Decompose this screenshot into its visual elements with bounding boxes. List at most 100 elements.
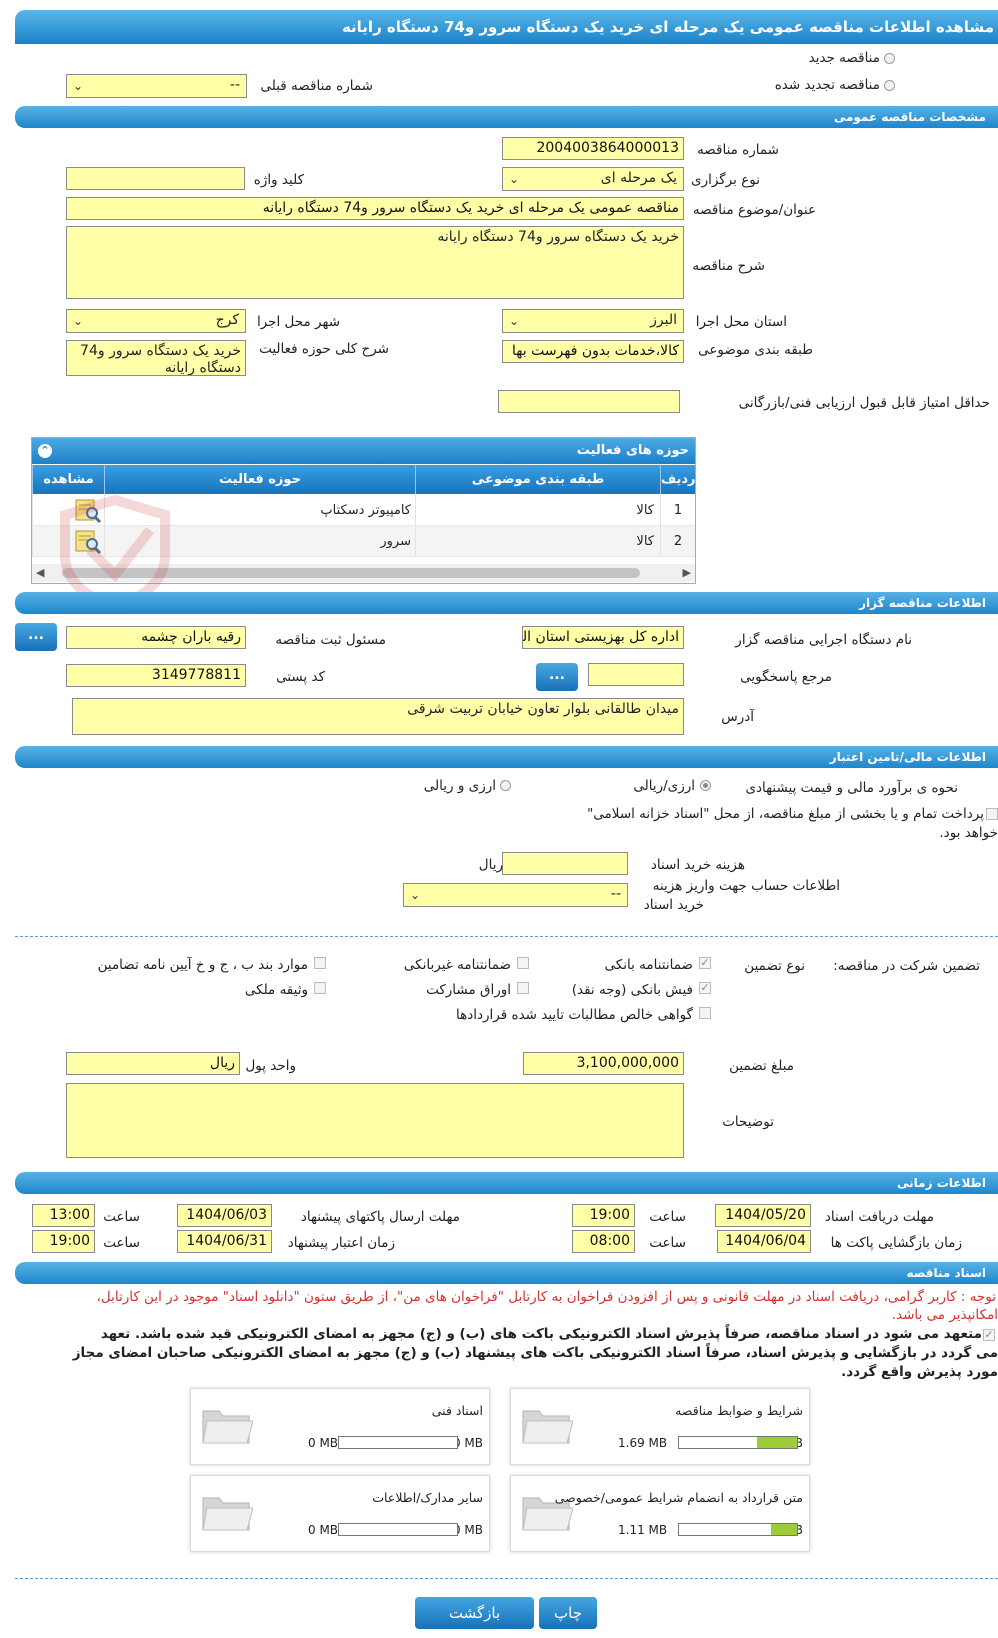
- description-label: شرح مناقصه: [692, 258, 765, 274]
- folder-icon: [202, 1497, 253, 1531]
- chevron-down-icon: ⌄: [509, 172, 520, 186]
- guarantee-amount-field[interactable]: 3,100,000,000: [523, 1052, 684, 1075]
- currency-field[interactable]: ریال: [66, 1052, 240, 1075]
- city-select[interactable]: کرج ⌄: [66, 309, 246, 333]
- radio-rial[interactable]: [700, 780, 711, 791]
- province-select[interactable]: البرز ⌄: [502, 309, 684, 333]
- registrar-field[interactable]: رقیه باران چشمه: [66, 626, 246, 649]
- document-box[interactable]: اسناد فنی 50 MB 0 MB: [190, 1388, 490, 1465]
- guarantee-option-label: فیش بانکی (وجه نقد): [571, 982, 693, 998]
- tender-number-field[interactable]: 2004003864000013: [502, 137, 684, 160]
- guarantee-checkbox-property[interactable]: [314, 982, 326, 994]
- storage-progress-bar: [338, 1436, 458, 1449]
- guarantee-option-label: وثیقه ملکی: [244, 982, 308, 998]
- address-field[interactable]: میدان طالقانی بلوار تعاون خیابان تربیت ش…: [72, 698, 684, 735]
- radio-renewed-label: مناقصه تجدید شده: [774, 77, 880, 93]
- chevron-down-icon: ⌄: [410, 888, 421, 902]
- guarantee-checkbox-bonds[interactable]: [517, 982, 529, 994]
- document-box[interactable]: شرایط و ضوابط مناقصه 5 MB 1.69 MB: [510, 1388, 810, 1465]
- back-button[interactable]: بازگشت: [415, 1597, 534, 1629]
- address-label: آدرس: [721, 709, 754, 725]
- document-title: سایر مدارک/اطلاعات: [372, 1490, 483, 1505]
- keyword-input[interactable]: [66, 167, 245, 190]
- responder-input[interactable]: [588, 663, 684, 686]
- doc-cost-input[interactable]: [502, 852, 628, 875]
- guarantee-type-label: نوع تضمین: [744, 958, 805, 974]
- commitment-text-end: مورد پذیرش واقع گردد.: [841, 1364, 998, 1380]
- doc-cost-unit: ریال: [478, 857, 503, 873]
- guarantee-checkbox-regulations[interactable]: [314, 957, 326, 969]
- folder-icon: [522, 1410, 573, 1444]
- radio-currency-rial[interactable]: [500, 780, 511, 791]
- treasury-note: پرداخت تمام و یا بخشی از مبلغ مناقصه، از…: [587, 806, 984, 822]
- receive-deadline-label: مهلت دریافت اسناد: [824, 1209, 934, 1225]
- scroll-right-icon[interactable]: ▶: [683, 566, 691, 579]
- validity-time-label: ساعت: [103, 1235, 140, 1251]
- print-button[interactable]: چاپ: [539, 1597, 597, 1629]
- validity-time-field[interactable]: 19:00: [32, 1230, 95, 1253]
- radio-new-tender[interactable]: [884, 53, 895, 64]
- storage-progress-bar: [338, 1523, 458, 1536]
- guarantee-checkbox-claims[interactable]: [699, 1007, 711, 1019]
- province-label: استان محل اجرا: [695, 314, 787, 330]
- download-notice-cont: امکانپذیر می باشد.: [891, 1307, 998, 1323]
- document-box[interactable]: متن قرارداد به انضمام شرایط عمومی/خصوصی …: [510, 1475, 810, 1552]
- guarantee-option-label: گواهی خالص مطالبات تایید شده قراردادها: [456, 1007, 693, 1023]
- description-textarea[interactable]: خرید یک دستگاه سرور و74 دستگاه رایانه: [66, 226, 684, 299]
- account-select[interactable]: -- ⌄: [403, 883, 628, 907]
- receive-date-field[interactable]: 1404/05/20: [715, 1204, 811, 1227]
- opening-date-field[interactable]: 1404/06/04: [717, 1230, 811, 1253]
- account-label-cont: خرید اسناد: [643, 897, 704, 913]
- commitment-checkbox[interactable]: ✓: [983, 1329, 995, 1341]
- responder-lookup-button[interactable]: ...: [536, 663, 578, 691]
- opening-label: زمان بازگشایی پاکت ها: [830, 1235, 962, 1251]
- guarantee-checkbox-bank[interactable]: ✓: [699, 957, 711, 969]
- organizer-name-field[interactable]: اداره کل بهزیستی استان البرز: [522, 626, 684, 649]
- page-title: مشاهده اطلاعات مناقصه عمومی یک مرحله ای …: [15, 10, 998, 44]
- document-box[interactable]: سایر مدارک/اطلاعات 50 MB 0 MB: [190, 1475, 490, 1552]
- storage-progress-bar: [678, 1436, 798, 1449]
- timing-section-bar: اطلاعات زمانی: [15, 1172, 998, 1194]
- radio-rial-label: ارزی/ریالی: [633, 778, 695, 794]
- folder-icon: [202, 1410, 253, 1444]
- activity-desc-field[interactable]: خرید یک دستگاه سرور و74 دستگاه رایانه: [66, 340, 246, 376]
- subject-field[interactable]: مناقصه عمومی یک مرحله ای خرید یک دستگاه …: [66, 197, 684, 220]
- chevron-down-icon: ⌄: [73, 314, 84, 328]
- doc-cost-label: هزینه خرید اسناد: [650, 857, 745, 873]
- organizer-name-label: نام دستگاه اجرایی مناقصه گزار: [735, 632, 912, 648]
- registrar-label: مسئول ثبت مناقصه: [275, 632, 386, 648]
- min-score-input[interactable]: [498, 390, 680, 413]
- city-label: شهر محل اجرا: [256, 314, 340, 330]
- receive-time-field[interactable]: 19:00: [572, 1204, 635, 1227]
- document-title: متن قرارداد به انضمام شرایط عمومی/خصوصی: [554, 1490, 803, 1505]
- guarantee-option-label: ضمانتنامه غیربانکی: [403, 957, 511, 973]
- collapse-icon[interactable]: ⌃: [38, 444, 52, 458]
- scroll-left-icon[interactable]: ◀: [36, 566, 44, 579]
- commitment-text-cont: می گردد در بازگشایی و پذیرش اسناد، صرفاً…: [72, 1345, 998, 1361]
- postal-code-field[interactable]: 3149778811: [66, 664, 246, 687]
- guarantee-option-label: اوراق مشارکت: [426, 982, 511, 998]
- notes-textarea[interactable]: [66, 1083, 684, 1158]
- notes-label: توضیحات: [722, 1114, 774, 1130]
- guarantee-option-label: ضمانتنامه بانکی: [604, 957, 694, 973]
- section-divider: [15, 1578, 998, 1579]
- keyword-label: کلید واژه: [253, 172, 304, 188]
- send-date-field[interactable]: 1404/06/03: [177, 1204, 272, 1227]
- tender-type-label: نوع برگزاری: [691, 172, 760, 188]
- guarantee-checkbox-cash[interactable]: ✓: [699, 982, 711, 994]
- radio-renewed-tender[interactable]: [884, 80, 895, 91]
- registrar-lookup-button[interactable]: ...: [15, 623, 57, 651]
- tender-type-select[interactable]: یک مرحله ای ⌄: [502, 167, 684, 191]
- opening-time-field[interactable]: 08:00: [572, 1230, 635, 1253]
- validity-date-field[interactable]: 1404/06/31: [177, 1230, 272, 1253]
- send-time-field[interactable]: 13:00: [32, 1204, 95, 1227]
- radio-currency-rial-label: ارزی و ریالی: [423, 778, 496, 794]
- prev-number-label: شماره مناقصه قبلی: [260, 78, 373, 94]
- column-header-row-number: ردیف: [660, 465, 695, 494]
- category-field[interactable]: کالا،خدمات بدون فهرست بها: [502, 340, 684, 363]
- guarantee-checkbox-nonbank[interactable]: [517, 957, 529, 969]
- prev-number-select[interactable]: -- ⌄: [66, 74, 247, 98]
- responder-label: مرجع پاسخگویی: [740, 669, 832, 685]
- column-header-activity: حوزه فعالیت: [104, 465, 415, 494]
- treasury-checkbox[interactable]: [986, 808, 998, 820]
